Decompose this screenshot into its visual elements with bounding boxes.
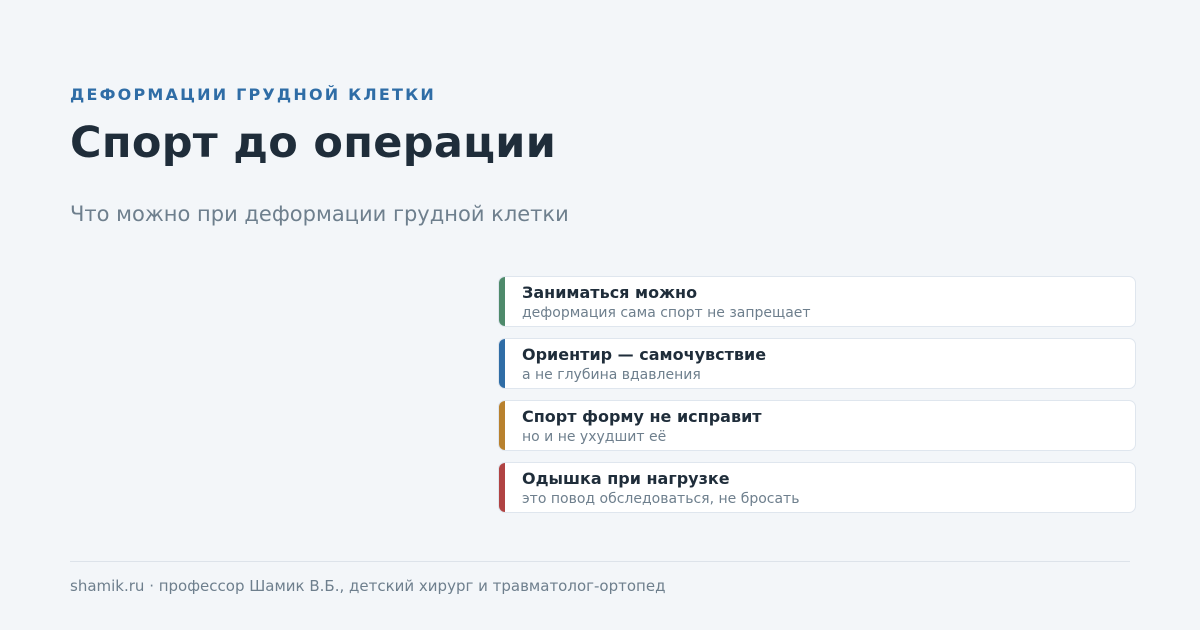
card-text: но и не ухудшит её: [522, 429, 667, 445]
card-text: деформация сама спорт не запрещает: [522, 305, 811, 321]
card-list: Заниматься можно деформация сама спорт н…: [498, 276, 1136, 524]
card-exercise-allowed: Заниматься можно деформация сама спорт н…: [498, 276, 1136, 327]
card-title: Заниматься можно: [522, 283, 698, 302]
card-title: Ориентир — самочувствие: [522, 345, 767, 364]
card-accent-bar: [499, 401, 505, 450]
footer-credit: shamik.ru · профессор Шамик В.Б., детски…: [70, 577, 666, 595]
card-accent-bar: [499, 463, 505, 512]
page-title: Спорт до операции: [70, 118, 557, 168]
card-wellbeing-guide: Ориентир — самочувствие а не глубина вда…: [498, 338, 1136, 389]
card-sport-wont-fix: Спорт форму не исправит но и не ухудшит …: [498, 400, 1136, 451]
card-accent-bar: [499, 277, 505, 326]
page: ДЕФОРМАЦИИ ГРУДНОЙ КЛЕТКИ Спорт до опера…: [0, 0, 1200, 630]
card-title: Одышка при нагрузке: [522, 469, 730, 488]
card-text: а не глубина вдавления: [522, 367, 701, 383]
card-shortness-of-breath: Одышка при нагрузке это повод обследоват…: [498, 462, 1136, 513]
card-title: Спорт форму не исправит: [522, 407, 762, 426]
card-accent-bar: [499, 339, 505, 388]
eyebrow-label: ДЕФОРМАЦИИ ГРУДНОЙ КЛЕТКИ: [70, 85, 437, 104]
page-subtitle: Что можно при деформации грудной клетки: [70, 202, 569, 226]
footer-divider: [70, 561, 1130, 562]
card-text: это повод обследоваться, не бросать: [522, 491, 800, 507]
